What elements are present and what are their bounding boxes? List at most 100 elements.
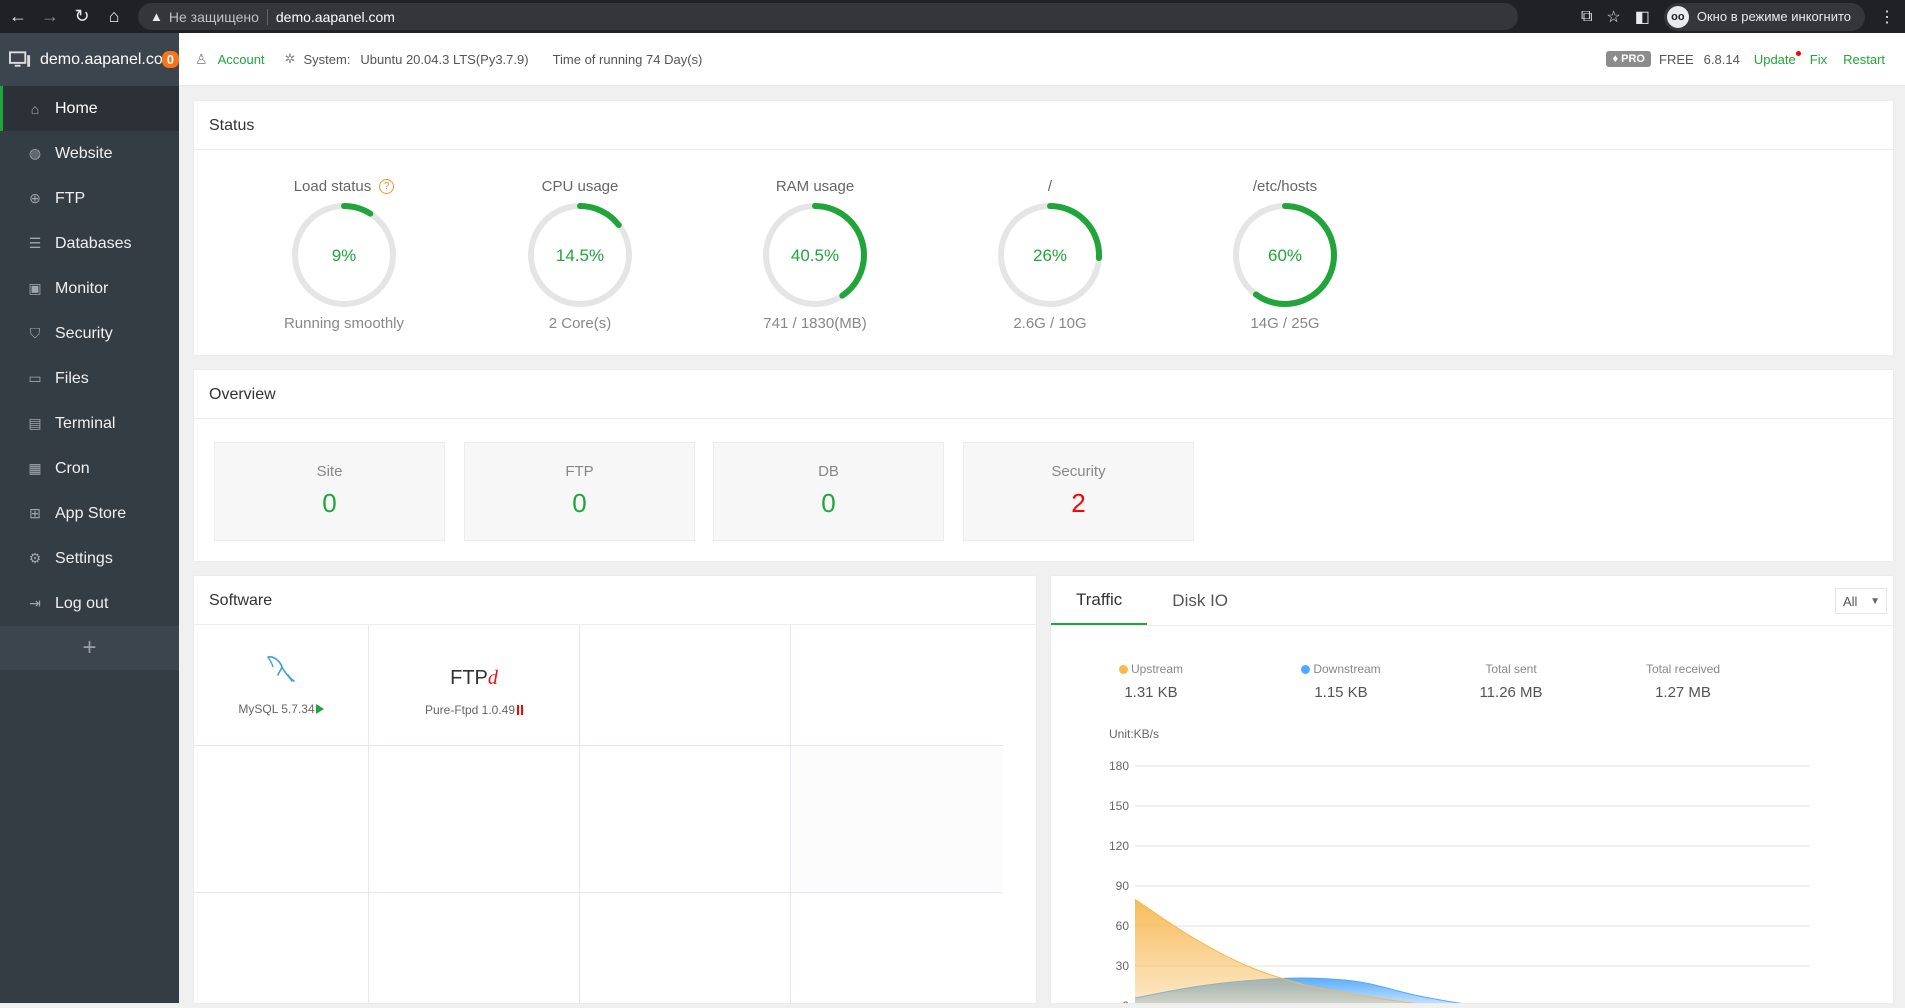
reload-icon[interactable]: ↻: [68, 3, 96, 31]
sidebar-item-app-store[interactable]: ⊞ App Store: [0, 491, 179, 536]
sidebar-item-files[interactable]: ▭ Files: [0, 356, 179, 401]
software-slot-empty: [580, 893, 791, 1003]
home-browser-icon[interactable]: ⌂: [100, 3, 128, 31]
system-value: Ubuntu 20.04.3 LTS(Py3.7.9): [360, 51, 529, 67]
fix-link[interactable]: Fix: [1810, 52, 1827, 67]
software-item-mysql[interactable]: MySQL 5.7.34: [194, 625, 369, 746]
y-tick-label: 150: [1109, 799, 1129, 813]
gauge-ring[interactable]: 9%: [290, 201, 398, 309]
software-slot-empty: [369, 893, 580, 1003]
y-tick-label: 30: [1116, 959, 1130, 973]
address-bar[interactable]: ▲ Не защищено demo.aapanel.com: [138, 3, 1518, 30]
add-menu-button[interactable]: +: [0, 626, 179, 670]
overview-site[interactable]: Site 0: [214, 442, 445, 541]
tab-disk-io[interactable]: Disk IO: [1147, 576, 1253, 625]
sidebar-item-ftp[interactable]: ⊕ FTP: [0, 176, 179, 221]
gauge-4: /etc/hosts 60% 14G / 25G: [1205, 150, 1365, 332]
back-icon[interactable]: ←: [4, 3, 32, 31]
tab-traffic[interactable]: Traffic: [1051, 576, 1148, 625]
notification-badge[interactable]: 0: [161, 51, 179, 68]
update-link[interactable]: Update: [1754, 50, 1801, 67]
gauge-value: 26%: [1033, 246, 1067, 265]
warning-icon: ▲: [150, 9, 163, 24]
gauge-ring[interactable]: 26%: [996, 201, 1104, 309]
overview-security[interactable]: Security 2: [963, 442, 1194, 541]
grid-icon: ⊞: [29, 505, 41, 521]
traffic-card: Traffic Disk IO All ▼ Upstream 1.31 KB Dow…: [1051, 576, 1893, 1008]
sidebar-header[interactable]: demo.aapanel.co 0: [0, 33, 179, 86]
sidebar-item-label: Settings: [55, 549, 113, 567]
host-name: demo.aapanel.co: [40, 50, 163, 68]
stat-label-text: Total sent: [1485, 662, 1537, 676]
overview-count[interactable]: 2: [964, 488, 1193, 519]
gauge-value: 60%: [1268, 246, 1302, 265]
traffic-stats: Upstream 1.31 KB Downstream 1.15 KB Total se…: [1051, 626, 1893, 716]
monitor-icon: ▣: [28, 280, 42, 296]
sidebar-item-settings[interactable]: ⚙ Settings: [0, 536, 179, 581]
legend-dot-icon: [1301, 664, 1311, 674]
stat-label-text: Downstream: [1313, 662, 1381, 676]
help-icon[interactable]: ?: [379, 178, 395, 194]
sidebar-item-terminal[interactable]: ▤ Terminal: [0, 401, 179, 446]
gauge-title-text: /: [1047, 177, 1053, 195]
sidebar-item-label: Monitor: [55, 279, 109, 297]
traffic-chart: Unit:KB/s 0 30 60 90 120 150 180: [1051, 716, 1893, 1008]
gauge-title-text: RAM usage: [775, 177, 855, 195]
y-tick-label: 120: [1109, 839, 1129, 853]
globe-icon: ◍: [28, 145, 42, 161]
sidebar-item-cron[interactable]: ▦ Cron: [0, 446, 179, 491]
overview-count[interactable]: 0: [465, 488, 694, 519]
gauge-title: Load status?: [264, 177, 424, 195]
sidebar-item-website[interactable]: ◍ Website: [0, 131, 179, 176]
software-slot-empty: [580, 746, 791, 893]
side-panel-icon[interactable]: ◧: [1635, 7, 1650, 27]
gauge-title: CPU usage: [500, 177, 660, 195]
overview-ftp[interactable]: FTP 0: [464, 442, 695, 541]
pause-icon[interactable]: [517, 705, 524, 715]
gauge-ring[interactable]: 40.5%: [761, 201, 869, 309]
gauges-row: Load status? 9% Running smoothly CPU usage 1…: [194, 150, 1893, 354]
gauge-value: 40.5%: [791, 246, 839, 265]
gauge-ring[interactable]: 60%: [1231, 201, 1339, 309]
pro-label: PRO: [1621, 53, 1645, 65]
sidebar-item-log-out[interactable]: ⇥ Log out: [0, 581, 179, 626]
sidebar-item-security[interactable]: ⛉ Security: [0, 311, 179, 356]
sidebar-item-label: Databases: [55, 234, 132, 252]
sidebar-item-databases[interactable]: ☰ Databases: [0, 221, 179, 266]
restart-link[interactable]: Restart: [1843, 52, 1885, 67]
overview-db[interactable]: DB 0: [713, 442, 944, 541]
sidebar-item-label: Home: [55, 99, 98, 117]
pro-badge[interactable]: ♦ PRO: [1606, 51, 1651, 67]
sidebar-item-label: Cron: [55, 459, 90, 477]
stat-label-text: Upstream: [1130, 662, 1183, 676]
url-text[interactable]: demo.aapanel.com: [276, 9, 395, 25]
gauge-0: Load status? 9% Running smoothly: [264, 150, 424, 333]
incognito-indicator[interactable]: oo Окно в режиме инкогнито: [1663, 2, 1865, 31]
stat-value: 1.31 KB: [1124, 684, 1178, 701]
stat-value: 1.15 KB: [1314, 684, 1368, 701]
sidebar-item-monitor[interactable]: ▣ Monitor: [0, 266, 179, 311]
star-icon[interactable]: ☆: [1606, 7, 1620, 27]
interface-select[interactable]: All ▼: [1835, 588, 1887, 614]
forward-icon[interactable]: →: [36, 3, 64, 31]
stat-label: Total sent: [1431, 662, 1591, 676]
ftpd-logo-icon: FTPd: [369, 667, 579, 693]
software-item-pure-ftpd[interactable]: FTPd Pure-Ftpd 1.0.49: [369, 625, 580, 746]
overview-label: Site: [316, 463, 343, 480]
translate-icon[interactable]: ⧉: [1581, 8, 1592, 26]
account-link[interactable]: ♙ Account: [195, 51, 265, 68]
play-icon[interactable]: [315, 704, 324, 714]
sidebar-item-home[interactable]: ⌂ Home: [0, 86, 179, 131]
overview-count[interactable]: 0: [714, 488, 943, 519]
traffic-stat-total-received: Total received 1.27 MB: [1603, 662, 1763, 701]
ftpd-name: Pure-Ftpd 1.0.49: [424, 703, 516, 717]
gauge-ring[interactable]: 14.5%: [526, 201, 634, 309]
software-slot-empty: [791, 746, 1003, 893]
sidebar-item-label: Security: [55, 324, 113, 342]
edition-label: FREE: [1659, 51, 1694, 67]
overview-count[interactable]: 0: [215, 488, 444, 519]
terminal-icon: ▤: [28, 415, 42, 431]
overview-label: Security: [1051, 463, 1106, 480]
stat-label: Downstream: [1261, 662, 1421, 676]
menu-icon[interactable]: ⋮: [1879, 7, 1895, 27]
